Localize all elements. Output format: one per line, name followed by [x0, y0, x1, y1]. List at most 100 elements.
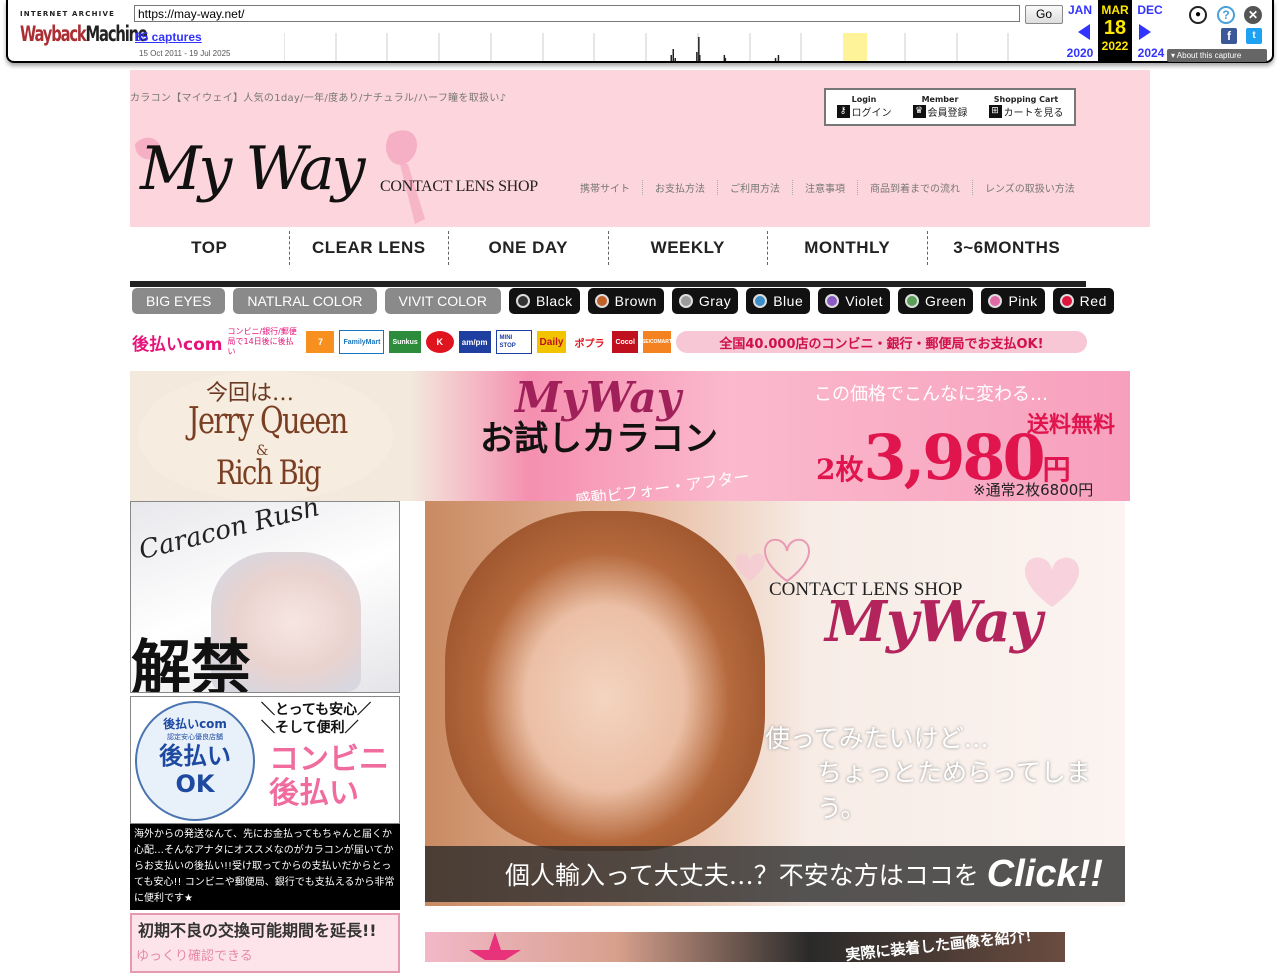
gray-swatch-icon — [678, 294, 693, 308]
seal-big: 後払い — [159, 742, 231, 770]
main-nav: TOP CLEAR LENS ONE DAY WEEKLY MONTHLY 3~… — [130, 227, 1086, 287]
nav-clear-lens[interactable]: CLEAR LENS — [290, 231, 449, 265]
color-brown-button[interactable]: Brown — [587, 288, 664, 314]
captures-link[interactable]: 85 captures — [135, 30, 202, 44]
pink-swatch-icon — [988, 294, 1003, 308]
twitter-icon[interactable]: t — [1246, 28, 1262, 44]
login-link[interactable]: Login ⚷ ログイン — [836, 95, 892, 119]
anshin-line2: ＼そして便利／ — [261, 720, 359, 736]
capture-bar[interactable] — [696, 52, 698, 61]
url-input[interactable]: https://may-way.net/ — [134, 5, 1020, 22]
top-link-notes[interactable]: 注意事項 — [792, 180, 857, 195]
exchange-extension-banner[interactable]: 初期不良の交換可能期間を延長!! ゆっくり確認できる — [130, 913, 400, 973]
capture-bar[interactable] — [674, 58, 677, 61]
go-button[interactable]: Go — [1025, 5, 1063, 24]
capture-sparkline[interactable] — [284, 33, 1060, 61]
category-natural-color-button[interactable]: NATLRAL COLOR — [233, 288, 377, 314]
rush-kanji: 解禁 — [131, 634, 251, 693]
nav-monthly[interactable]: MONTHLY — [768, 231, 928, 265]
poplar-logo: ポプラ — [571, 331, 608, 353]
violet-swatch-icon — [825, 294, 840, 308]
cart-label-jp: カートを見る — [1003, 108, 1064, 119]
top-link-delivery[interactable]: 商品到着までの流れ — [857, 180, 972, 195]
logo-subtitle: CONTACT LENS SHOP — [380, 178, 538, 195]
site-header: カラコン【マイウェイ】人気の1day/一年/度あり/ナチュラル/ハーフ瞳を取扱い… — [130, 70, 1150, 227]
wayback-logo-word1: Wayback — [20, 22, 87, 46]
color-gray-button[interactable]: Gray — [671, 288, 739, 314]
color-pink-button[interactable]: Pink — [981, 288, 1045, 314]
current-month: MAR — [1101, 3, 1129, 17]
familymart-logo: FamilyMart — [339, 330, 385, 354]
about-capture-label: About this capture — [1176, 51, 1242, 60]
anshin-line1: ＼とっても安心／ — [261, 702, 372, 718]
color-gray-label: Gray — [698, 293, 732, 309]
convenience-payment-banner[interactable]: 後払いcom 認定安心優良店舗 後払い OK ＼とっても安心／ ＼そして便利／ コ… — [130, 696, 400, 824]
konbini-line2: 後払い — [269, 776, 359, 811]
internet-archive-label: INTERNET ARCHIVE — [20, 10, 116, 18]
color-violet-button[interactable]: Violet — [818, 288, 891, 314]
nav-weekly[interactable]: WEEKLY — [609, 231, 768, 265]
sunkus-logo: Sunkus — [389, 331, 421, 353]
extension-subtext: ゆっくり確認できる — [136, 949, 253, 964]
capture-bar[interactable] — [724, 58, 727, 61]
hero-banner[interactable]: CONTACT LENS SHOP MyWay 使ってみたいけど… ちょっとため… — [425, 501, 1125, 906]
konbini-line1: コンビニ — [269, 742, 389, 777]
prev-year-link[interactable]: 2020 — [1062, 46, 1098, 60]
prev-capture-arrow-icon[interactable] — [1078, 24, 1090, 40]
color-black-button[interactable]: Black — [508, 288, 580, 314]
top-link-mobile[interactable]: 携帯サイト — [580, 180, 642, 195]
facebook-icon[interactable]: f — [1221, 28, 1237, 44]
hero-cta-bar[interactable]: 個人輸入って大丈夫…？不安な方はココを Click!! — [425, 846, 1125, 902]
member-link[interactable]: Member ♛ 会員登録 — [912, 95, 968, 119]
hero-cta-text: 個人輸入って大丈夫…？不安な方はココを — [505, 861, 979, 890]
ampm-logo: am/pm — [458, 331, 491, 353]
color-blue-label: Blue — [773, 293, 804, 309]
wear-gallery-banner[interactable]: 実際に装着した画像を紹介！ — [425, 932, 1065, 962]
payment-ok-message: 全国40.000店のコンビニ・銀行・郵便局でお支払OK! — [675, 331, 1087, 353]
about-capture-button[interactable]: ▾ About this capture — [1167, 49, 1267, 62]
color-green-button[interactable]: Green — [898, 288, 974, 314]
hero-brand: MyWay — [825, 589, 1042, 655]
nav-one-day[interactable]: ONE DAY — [449, 231, 609, 265]
top-links: 携帯サイト お支払方法 ご利用方法 注意事項 商品到着までの流れ レンズの取扱い… — [580, 180, 1087, 195]
current-year-highlight — [843, 33, 867, 61]
convenience-payment-description: 海外からの発送なんて、先にお金払ってもちゃんと届くか心配…そんなアナタにオススメ… — [130, 824, 400, 910]
nav-3-6-months[interactable]: 3~6MONTHS — [928, 231, 1087, 265]
payment-banner[interactable]: 後払いcom コンビニ/銀行/郵便局で14日後に後払い 7 FamilyMart… — [132, 326, 1087, 358]
color-green-label: Green — [925, 293, 967, 309]
nav-top[interactable]: TOP — [130, 231, 290, 265]
next-year-link[interactable]: 2024 — [1133, 46, 1169, 60]
trial-lens-banner[interactable]: 今回は… Jerry Queen & Rich Big MyWay お試しカラコ… — [130, 371, 1130, 501]
anshin-text: ＼とっても安心／ ＼そして便利／ — [261, 701, 371, 737]
site-logo[interactable]: My Way CONTACT LENS SHOP — [130, 124, 560, 228]
current-day: 18 — [1103, 17, 1127, 39]
prev-month-link[interactable]: JAN — [1062, 3, 1098, 17]
top-link-payment[interactable]: お支払方法 — [642, 180, 717, 195]
capture-bar[interactable] — [699, 55, 701, 61]
crown-icon: ♛ — [912, 105, 926, 118]
caracon-rush-banner[interactable]: Caracon Rush 解禁 — [130, 501, 400, 693]
next-capture-arrow-icon[interactable] — [1139, 24, 1151, 40]
close-icon[interactable]: ✕ — [1244, 6, 1262, 24]
next-month-link[interactable]: DEC — [1132, 3, 1168, 17]
category-big-eyes-button[interactable]: BIG EYES — [132, 288, 226, 314]
capture-bar[interactable] — [670, 55, 673, 61]
color-red-button[interactable]: Red — [1052, 288, 1114, 314]
category-vivid-color-button[interactable]: VIVIT COLOR — [384, 288, 501, 314]
atobarai-seal-icon: 後払いcom 認定安心優良店舗 後払い OK — [135, 701, 255, 821]
hero-click-text: Click!! — [986, 852, 1103, 895]
logo-script: My Way — [140, 134, 366, 204]
hero-quote-1: 使ってみたいけど… — [765, 724, 989, 753]
login-label-jp: ログイン — [851, 108, 892, 119]
wayback-logo[interactable]: WaybackMachine — [20, 22, 148, 46]
user-account-icon[interactable]: ● — [1189, 6, 1207, 24]
color-red-label: Red — [1079, 293, 1107, 309]
capture-bar[interactable] — [777, 55, 780, 61]
help-icon[interactable]: ? — [1217, 6, 1235, 24]
color-blue-button[interactable]: Blue — [746, 288, 811, 314]
top-link-usage[interactable]: ご利用方法 — [717, 180, 792, 195]
capture-bar[interactable] — [774, 58, 777, 61]
capture-bar[interactable] — [672, 49, 675, 61]
cart-link[interactable]: Shopping Cart ⊞ カートを見る — [988, 95, 1064, 119]
top-link-handling[interactable]: レンズの取扱い方法 — [972, 180, 1087, 195]
